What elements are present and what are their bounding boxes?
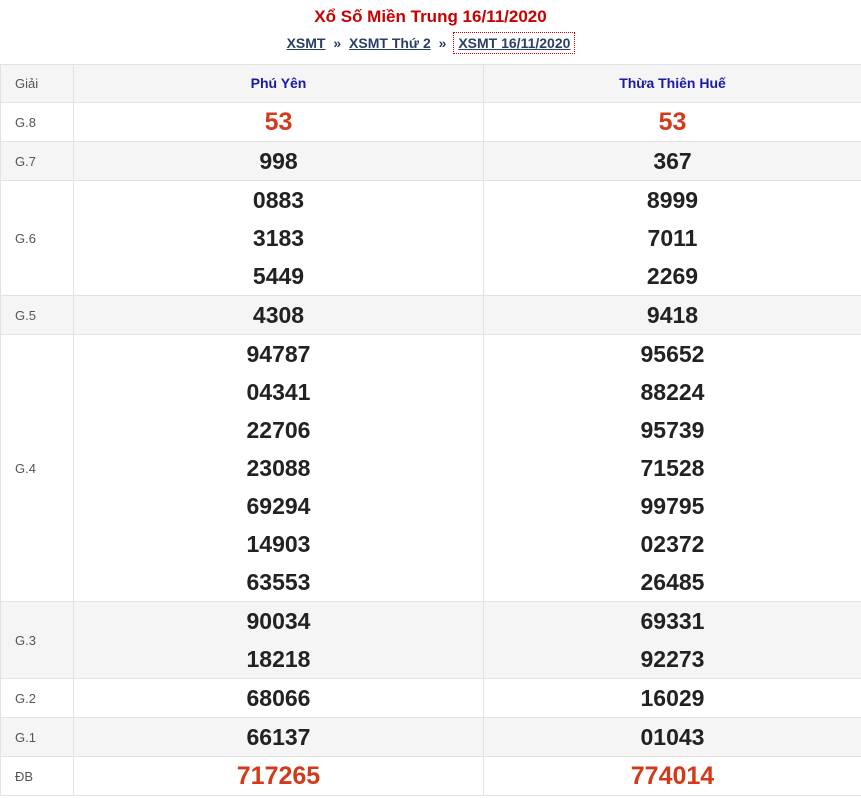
result-cell-p2: 53 [483, 102, 861, 142]
result-number: 8999 [646, 187, 699, 213]
prize-label: G.7 [0, 141, 74, 181]
prize-row: ĐB 717265 774014 [0, 756, 861, 796]
result-cell-p2: 95652 88224 95739 71528 99795 02372 26485 [483, 334, 861, 602]
result-number: 02372 [640, 531, 705, 557]
result-cell-p2: 69331 92273 [483, 601, 861, 679]
result-cell-p1: 4308 [73, 295, 484, 335]
result-number: 66137 [246, 724, 311, 750]
result-number: 16029 [640, 685, 705, 711]
page-header: Xổ Số Miền Trung 16/11/2020 XSMT » XSMT … [0, 0, 861, 64]
result-number: 998 [259, 148, 298, 174]
result-cell-p2: 16029 [483, 678, 861, 718]
result-cell-p1: 717265 [73, 756, 484, 796]
prize-row: G.7 998 367 [0, 141, 861, 181]
prize-row: G.5 4308 9418 [0, 295, 861, 335]
breadcrumb-separator: » [438, 35, 447, 51]
result-number: 22706 [246, 417, 311, 443]
result-number: 14903 [246, 531, 311, 557]
prize-row: G.3 90034 18218 69331 92273 [0, 601, 861, 679]
result-cell-p1: 66137 [73, 717, 484, 757]
result-number: 717265 [236, 762, 321, 790]
prize-label: ĐB [0, 756, 74, 796]
result-number: 95652 [640, 341, 705, 367]
result-number: 04341 [246, 379, 311, 405]
result-cell-p2: 9418 [483, 295, 861, 335]
prize-label: G.6 [0, 180, 74, 296]
result-number: 63553 [246, 569, 311, 595]
breadcrumb-separator: » [333, 35, 342, 51]
breadcrumb-xsmt-link[interactable]: XSMT [287, 35, 326, 51]
result-number: 92273 [640, 646, 705, 672]
prize-row: G.1 66137 01043 [0, 717, 861, 757]
column-header-prize: Giải [0, 64, 74, 103]
result-number: 26485 [640, 569, 705, 595]
column-header-thua-thien-hue[interactable]: Thừa Thiên Huế [483, 64, 861, 103]
result-cell-p2: 01043 [483, 717, 861, 757]
result-number: 3183 [252, 225, 305, 251]
result-number: 94787 [246, 341, 311, 367]
result-number: 2269 [646, 263, 699, 289]
prize-label: G.2 [0, 678, 74, 718]
prize-row: G.8 53 53 [0, 102, 861, 142]
result-cell-p2: 367 [483, 141, 861, 181]
prize-row: G.2 68066 16029 [0, 678, 861, 718]
result-cell-p2: 8999 7011 2269 [483, 180, 861, 296]
result-cell-p1: 0883 3183 5449 [73, 180, 484, 296]
breadcrumb: XSMT » XSMT Thứ 2 » XSMT 16/11/2020 [0, 32, 861, 54]
result-number: 53 [658, 108, 687, 136]
prize-label: G.3 [0, 601, 74, 679]
prize-label: G.4 [0, 334, 74, 602]
breadcrumb-day-link[interactable]: XSMT Thứ 2 [349, 35, 431, 51]
result-number: 774014 [630, 762, 715, 790]
result-number: 88224 [640, 379, 705, 405]
result-number: 367 [653, 148, 692, 174]
result-number: 69294 [246, 493, 311, 519]
prize-row: G.6 0883 3183 5449 8999 7011 2269 [0, 180, 861, 296]
result-number: 18218 [246, 646, 311, 672]
result-cell-p2: 774014 [483, 756, 861, 796]
column-header-phu-yen[interactable]: Phú Yên [73, 64, 484, 103]
result-number: 5449 [252, 263, 305, 289]
prize-label: G.8 [0, 102, 74, 142]
result-number: 0883 [252, 187, 305, 213]
result-number: 53 [264, 108, 293, 136]
results-table: Giải Phú Yên Thừa Thiên Huế G.8 53 53 G.7 99… [0, 64, 861, 796]
result-number: 23088 [246, 455, 311, 481]
page-title: Xổ Số Miền Trung 16/11/2020 [314, 7, 547, 26]
result-number: 71528 [640, 455, 705, 481]
result-number: 90034 [246, 608, 311, 634]
result-number: 68066 [246, 685, 311, 711]
result-cell-p1: 94787 04341 22706 23088 69294 14903 63553 [73, 334, 484, 602]
result-number: 95739 [640, 417, 705, 443]
prize-label: G.5 [0, 295, 74, 335]
table-header-row: Giải Phú Yên Thừa Thiên Huế [0, 64, 861, 103]
result-cell-p1: 68066 [73, 678, 484, 718]
result-cell-p1: 53 [73, 102, 484, 142]
result-cell-p1: 998 [73, 141, 484, 181]
prize-label: G.1 [0, 717, 74, 757]
breadcrumb-current-link[interactable]: XSMT 16/11/2020 [453, 32, 576, 54]
result-number: 99795 [640, 493, 705, 519]
result-number: 01043 [640, 724, 705, 750]
result-number: 69331 [640, 608, 705, 634]
result-cell-p1: 90034 18218 [73, 601, 484, 679]
result-number: 7011 [647, 225, 698, 251]
result-number: 4308 [252, 302, 305, 328]
result-number: 9418 [646, 302, 699, 328]
prize-row: G.4 94787 04341 22706 23088 69294 14903 63553 95… [0, 334, 861, 602]
